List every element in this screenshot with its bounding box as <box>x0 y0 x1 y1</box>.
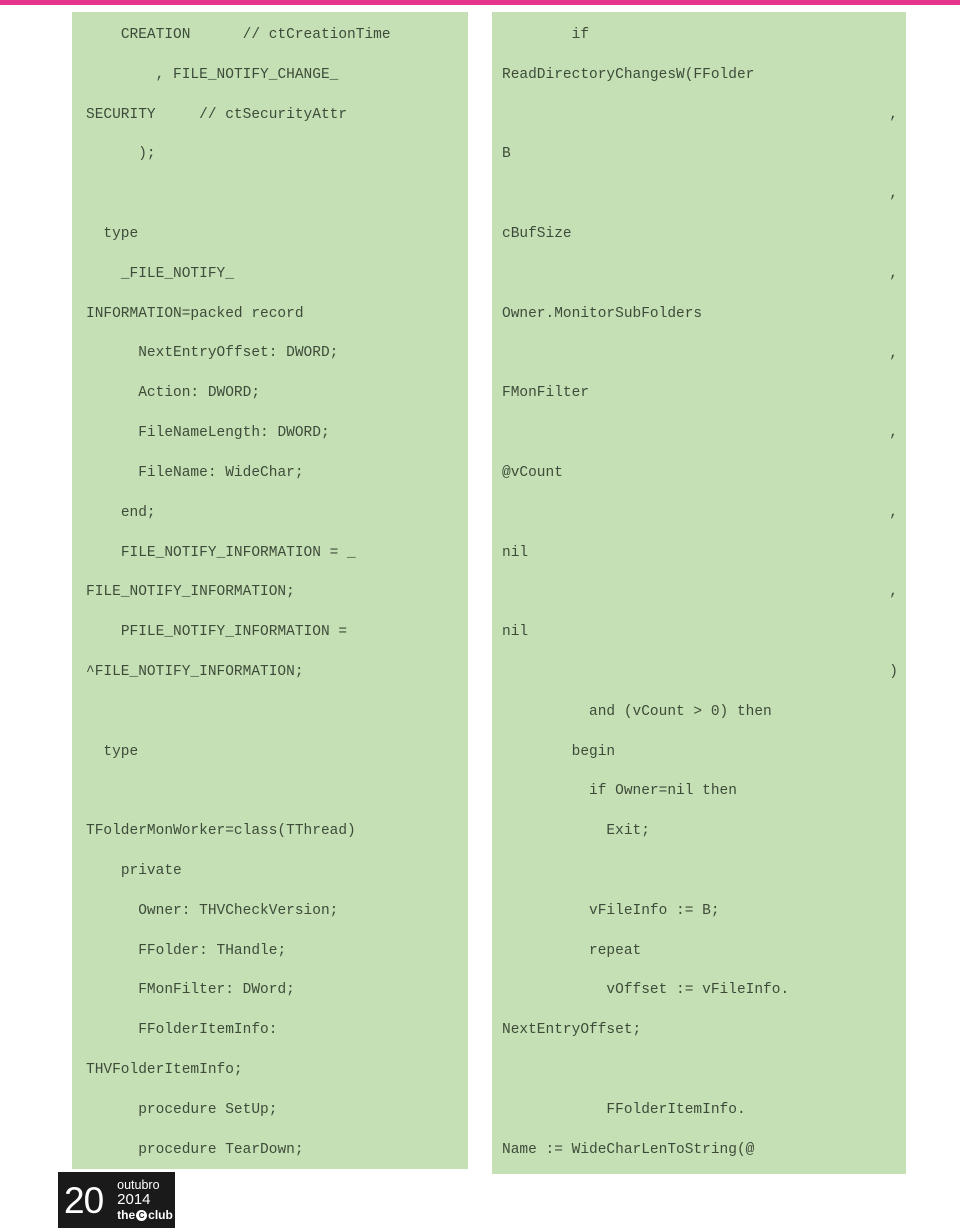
code-line: ReadDirectoryChangesW(FFolder <box>502 66 755 83</box>
code-line: FFolderItemInfo. <box>502 1101 746 1118</box>
code-line: SECURITY // ctSecurityAttr <box>86 106 348 123</box>
code-line: type <box>86 226 139 243</box>
code-line: Name := WideCharLenToString(@ <box>502 1141 755 1158</box>
code-line-trailing-punctuation: , <box>889 106 898 123</box>
code-line: NextEntryOffset; <box>502 1022 642 1039</box>
code-line: vFileInfo := B; <box>502 902 720 919</box>
footer-month: outubro <box>117 1178 160 1192</box>
code-line: _FILE_NOTIFY_ <box>86 265 234 282</box>
footer-issue-number: 20 <box>64 1179 104 1221</box>
code-line: if <box>502 27 590 43</box>
code-line-trailing-punctuation: , <box>889 345 898 362</box>
footer-brand-prefix: the <box>117 1208 136 1222</box>
code-line: end; <box>86 504 156 521</box>
code-line: FFolderItemInfo: <box>86 1022 278 1039</box>
top-accent-rule <box>0 0 960 5</box>
code-line: FileName: WideChar; <box>86 464 304 481</box>
footer-issue-logo: 20 outubro 2014 the Cclub <box>58 1172 175 1228</box>
code-line-trailing-punctuation: , <box>889 504 898 521</box>
code-line: begin <box>502 743 616 760</box>
code-line: cBufSize <box>502 226 572 243</box>
footer-year: 2014 <box>117 1191 151 1208</box>
code-line: procedure SetUp; <box>86 1101 278 1118</box>
footer-brand-suffix: club <box>148 1208 173 1222</box>
code-line-trailing-punctuation: ) <box>889 664 898 680</box>
code-line: ^FILE_NOTIFY_INFORMATION; <box>86 663 304 680</box>
code-line: , <box>502 504 900 524</box>
code-line-trailing-punctuation: , <box>889 425 898 442</box>
code-line: THVFolderItemInfo; <box>86 1062 243 1079</box>
footer-issue-details: outubro 2014 the Cclub <box>117 1178 173 1222</box>
code-line: FILE_NOTIFY_INFORMATION = _ <box>86 544 356 561</box>
footer-brand: the Cclub <box>117 1208 173 1222</box>
code-line: FMonFilter: DWord; <box>86 982 295 999</box>
code-line: , <box>502 185 900 205</box>
code-column-left: CREATION // ctCreationTime , FILE_NOTIFY… <box>72 12 468 1169</box>
code-line-trailing-punctuation: , <box>889 186 898 203</box>
code-line: type <box>86 743 139 760</box>
code-line: FMonFilter <box>502 385 590 402</box>
code-line: if Owner=nil then <box>502 783 737 800</box>
code-line: , <box>502 106 900 126</box>
code-line: procedure TearDown; <box>86 1141 304 1158</box>
code-line: FileNameLength: DWORD; <box>86 425 330 442</box>
code-line: and (vCount > 0) then <box>502 703 772 720</box>
code-line: nil <box>502 624 529 641</box>
code-line: , <box>502 345 900 365</box>
code-line: Action: DWORD; <box>86 385 261 402</box>
code-line-trailing-punctuation: , <box>889 265 898 282</box>
code-line: , <box>502 424 900 444</box>
code-line: , <box>502 583 900 603</box>
code-line: PFILE_NOTIFY_INFORMATION = <box>86 624 348 641</box>
code-line: nil <box>502 544 529 561</box>
code-line: TFolderMonWorker=class(TThread) <box>86 823 356 840</box>
code-line: Owner: THVCheckVersion; <box>86 902 339 919</box>
code-line: ) <box>502 663 900 683</box>
code-column-right: if ReadDirectoryChangesW(FFolder , B , c… <box>492 12 906 1174</box>
code-line-trailing-punctuation: , <box>889 584 898 601</box>
code-line: private <box>86 863 182 880</box>
code-line: NextEntryOffset: DWORD; <box>86 345 339 362</box>
code-line: @vCount <box>502 464 563 481</box>
code-line: CREATION // ctCreationTime <box>86 27 391 43</box>
code-line: ); <box>86 146 156 163</box>
code-line: INFORMATION=packed record <box>86 305 304 322</box>
the-club-logo-icon: C <box>136 1209 148 1221</box>
code-line: , FILE_NOTIFY_CHANGE_ <box>86 66 339 83</box>
code-line: FILE_NOTIFY_INFORMATION; <box>86 584 295 601</box>
code-line: Exit; <box>502 823 650 840</box>
code-line: Owner.MonitorSubFolders <box>502 305 703 322</box>
code-line: FFolder: THandle; <box>86 942 287 959</box>
code-line: B <box>502 146 511 163</box>
code-line: repeat <box>502 942 642 959</box>
code-line: , <box>502 265 900 285</box>
code-columns-container: CREATION // ctCreationTime , FILE_NOTIFY… <box>0 12 960 1177</box>
code-line: vOffset := vFileInfo. <box>502 982 790 999</box>
